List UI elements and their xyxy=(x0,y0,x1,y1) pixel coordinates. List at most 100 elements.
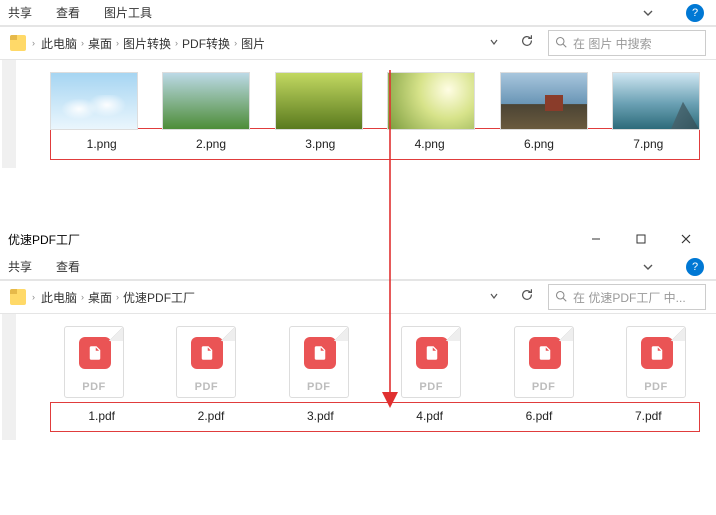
file-item[interactable]: PDF xyxy=(50,326,138,398)
file-name: 1.png xyxy=(87,137,117,151)
breadcrumb-item[interactable]: 此电脑 xyxy=(41,289,77,306)
pdf-thumbnail: PDF xyxy=(64,326,124,398)
selection-highlight: 1.pdf 2.pdf 3.pdf 4.pdf 6.pdf 7.pdf xyxy=(50,402,700,432)
file-item[interactable] xyxy=(162,72,250,130)
chevron-down-icon xyxy=(643,262,653,272)
chevron-right-icon: › xyxy=(175,38,178,48)
search-icon xyxy=(555,290,567,305)
ribbon-collapse-button[interactable] xyxy=(638,3,658,23)
help-button[interactable]: ? xyxy=(686,258,704,276)
pdf-icon xyxy=(641,337,673,369)
image-thumbnail xyxy=(387,72,475,130)
image-thumbnail xyxy=(162,72,250,130)
breadcrumb-item[interactable]: 桌面 xyxy=(88,35,112,52)
search-icon xyxy=(555,36,567,51)
file-item[interactable]: PDF xyxy=(162,326,250,398)
window-title: 优速PDF工厂 xyxy=(8,231,573,248)
file-item[interactable] xyxy=(612,72,700,130)
tab-share[interactable]: 共享 xyxy=(8,258,32,275)
chevron-right-icon: › xyxy=(81,292,84,302)
scrollbar[interactable] xyxy=(2,60,16,168)
refresh-button[interactable] xyxy=(512,34,542,53)
pdf-label: PDF xyxy=(177,381,235,393)
refresh-icon xyxy=(520,34,534,48)
ribbon-tabs: 共享 查看 ? xyxy=(0,254,716,280)
search-placeholder: 在 图片 中搜索 xyxy=(573,35,652,52)
tab-picture-tools[interactable]: 图片工具 xyxy=(104,4,152,21)
pdf-label: PDF xyxy=(515,381,573,393)
file-item[interactable] xyxy=(500,72,588,130)
pdf-label: PDF xyxy=(402,381,460,393)
ribbon-tabs: 共享 查看 图片工具 ? xyxy=(0,0,716,26)
tab-share[interactable]: 共享 xyxy=(8,4,32,21)
file-item[interactable]: PDF xyxy=(612,326,700,398)
breadcrumb-item[interactable]: 图片 xyxy=(241,35,265,52)
chevron-right-icon: › xyxy=(234,38,237,48)
minimize-button[interactable] xyxy=(573,224,618,254)
scrollbar[interactable] xyxy=(2,314,16,440)
file-name: 7.pdf xyxy=(635,409,662,423)
chevron-right-icon[interactable]: › xyxy=(32,292,35,302)
image-thumbnail xyxy=(612,72,700,130)
chevron-down-icon xyxy=(643,8,653,18)
file-item[interactable] xyxy=(387,72,475,130)
file-name: 4.pdf xyxy=(416,409,443,423)
chevron-down-icon xyxy=(490,38,498,46)
address-dropdown[interactable] xyxy=(482,38,506,49)
file-name: 3.png xyxy=(305,137,335,151)
file-name: 4.png xyxy=(415,137,445,151)
pdf-thumbnail: PDF xyxy=(626,326,686,398)
file-name: 2.pdf xyxy=(198,409,225,423)
tab-view[interactable]: 查看 xyxy=(56,4,80,21)
explorer-window-images: 共享 查看 图片工具 ? › 此电脑 › 桌面 › 图片转换 › PDF转换 ›… xyxy=(0,0,716,168)
maximize-button[interactable] xyxy=(618,224,663,254)
close-icon xyxy=(681,234,691,244)
file-item[interactable]: PDF xyxy=(275,326,363,398)
search-input[interactable]: 在 图片 中搜索 xyxy=(548,30,706,56)
file-item[interactable]: PDF xyxy=(387,326,475,398)
file-name: 7.png xyxy=(633,137,663,151)
pdf-icon xyxy=(529,337,561,369)
breadcrumb-item[interactable]: PDF转换 xyxy=(182,35,230,52)
image-thumbnail xyxy=(50,72,138,130)
breadcrumb-item[interactable]: 桌面 xyxy=(88,289,112,306)
close-button[interactable] xyxy=(663,224,708,254)
file-name: 3.pdf xyxy=(307,409,334,423)
chevron-right-icon: › xyxy=(116,292,119,302)
tab-view[interactable]: 查看 xyxy=(56,258,80,275)
minimize-icon xyxy=(591,234,601,244)
refresh-icon xyxy=(520,288,534,302)
pdf-label: PDF xyxy=(65,381,123,393)
search-input[interactable]: 在 优速PDF工厂 中... xyxy=(548,284,706,310)
breadcrumb[interactable]: 此电脑 › 桌面 › 图片转换 › PDF转换 › 图片 xyxy=(41,35,476,52)
breadcrumb-item[interactable]: 优速PDF工厂 xyxy=(123,289,195,306)
address-bar: › 此电脑 › 桌面 › 图片转换 › PDF转换 › 图片 在 图片 中搜索 xyxy=(0,26,716,60)
file-item[interactable] xyxy=(275,72,363,130)
search-placeholder: 在 优速PDF工厂 中... xyxy=(573,289,686,306)
file-item[interactable] xyxy=(50,72,138,130)
file-pane: 1.png 2.png 3.png 4.png 6.png 7.png xyxy=(0,60,716,168)
help-button[interactable]: ? xyxy=(686,4,704,22)
image-thumbnail xyxy=(275,72,363,130)
explorer-window-pdf: 优速PDF工厂 共享 查看 ? › 此电脑 › 桌面 › 优速PDF工厂 xyxy=(0,224,716,440)
folder-icon xyxy=(10,35,26,51)
pdf-icon xyxy=(191,337,223,369)
file-item[interactable]: PDF xyxy=(500,326,588,398)
maximize-icon xyxy=(636,234,646,244)
folder-icon xyxy=(10,289,26,305)
refresh-button[interactable] xyxy=(512,288,542,307)
chevron-down-icon xyxy=(490,292,498,300)
file-name: 2.png xyxy=(196,137,226,151)
address-dropdown[interactable] xyxy=(482,292,506,303)
title-bar: 优速PDF工厂 xyxy=(0,224,716,254)
breadcrumb-item[interactable]: 此电脑 xyxy=(41,35,77,52)
file-pane: PDF PDF PDF PDF PDF PDF 1.pdf 2.pdf 3.pd… xyxy=(0,314,716,440)
chevron-right-icon[interactable]: › xyxy=(32,38,35,48)
breadcrumb[interactable]: 此电脑 › 桌面 › 优速PDF工厂 xyxy=(41,289,476,306)
pdf-icon xyxy=(416,337,448,369)
breadcrumb-item[interactable]: 图片转换 xyxy=(123,35,171,52)
pdf-icon xyxy=(304,337,336,369)
ribbon-collapse-button[interactable] xyxy=(638,257,658,277)
pdf-label: PDF xyxy=(290,381,348,393)
pdf-thumbnail: PDF xyxy=(176,326,236,398)
